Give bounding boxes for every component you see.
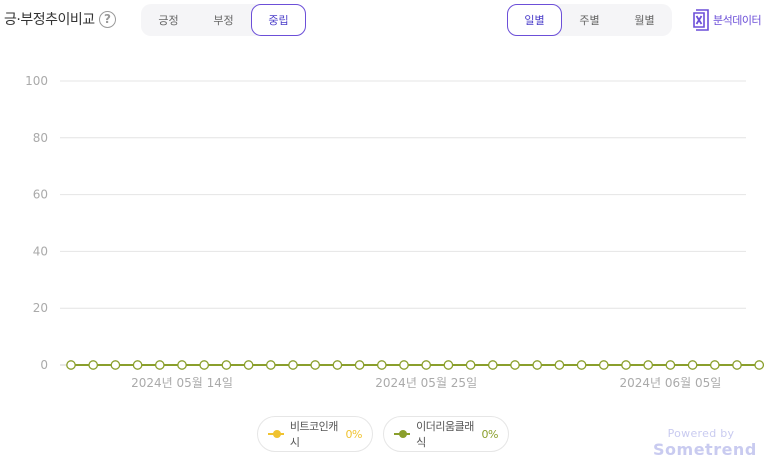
data-point — [288, 360, 298, 370]
legend-item-bitcoin-cash[interactable]: 비트코인캐시 0% — [257, 416, 373, 452]
data-point — [199, 360, 210, 370]
data-point — [376, 360, 387, 370]
data-point — [709, 360, 720, 370]
data-point — [221, 360, 232, 370]
y-tick-label: 0 — [40, 358, 48, 372]
legend-label: 비트코인캐시 — [289, 420, 339, 449]
y-tick-label: 60 — [33, 188, 48, 202]
legend-item-ethereum-classic[interactable]: 이더리움클래식 0% — [383, 416, 509, 452]
y-tick-label: 80 — [33, 131, 48, 145]
data-point — [354, 360, 365, 370]
data-point — [332, 360, 343, 370]
data-point — [88, 360, 99, 370]
data-point — [243, 360, 254, 370]
data-point — [399, 360, 409, 370]
data-point — [687, 360, 698, 370]
data-point — [754, 360, 764, 370]
legend-percent: 0% — [345, 427, 363, 441]
data-point — [443, 360, 454, 370]
powered-by-text: Powered by — [667, 427, 735, 440]
data-point — [110, 360, 121, 370]
data-point — [66, 360, 76, 370]
data-point — [732, 360, 742, 370]
data-point — [465, 360, 476, 370]
legend-marker-icon — [268, 430, 284, 438]
data-point — [621, 360, 631, 370]
y-tick-label: 20 — [33, 301, 48, 315]
x-tick-label: 2024년 05월 14일 — [131, 376, 233, 390]
y-tick-label: 40 — [33, 244, 48, 258]
data-point — [132, 360, 143, 370]
brand-text: Sometrend — [653, 440, 757, 459]
data-point — [487, 360, 498, 370]
data-point — [310, 360, 321, 370]
y-tick-label: 100 — [25, 74, 48, 88]
x-tick-label: 2024년 06월 05일 — [619, 376, 721, 390]
data-point — [576, 360, 587, 370]
legend-marker-icon — [394, 430, 411, 438]
data-point — [177, 360, 187, 370]
legend-label: 이더리움클래식 — [416, 420, 474, 449]
x-tick-label: 2024년 05월 25일 — [375, 376, 477, 390]
data-point — [154, 360, 165, 370]
data-point — [265, 360, 276, 370]
data-point — [532, 360, 543, 370]
data-point — [554, 360, 565, 370]
line-chart: 0 20 40 60 80 100 2024년 05월 14일 2024년 05월 25일 20… — [25, 74, 764, 390]
legend-percent: 0% — [481, 427, 499, 441]
data-point — [598, 360, 609, 370]
data-point — [510, 360, 520, 370]
data-point — [421, 360, 432, 370]
data-point — [643, 360, 654, 370]
powered-by-logo: Powered by Sometrend — [653, 427, 757, 459]
data-point — [665, 360, 676, 370]
